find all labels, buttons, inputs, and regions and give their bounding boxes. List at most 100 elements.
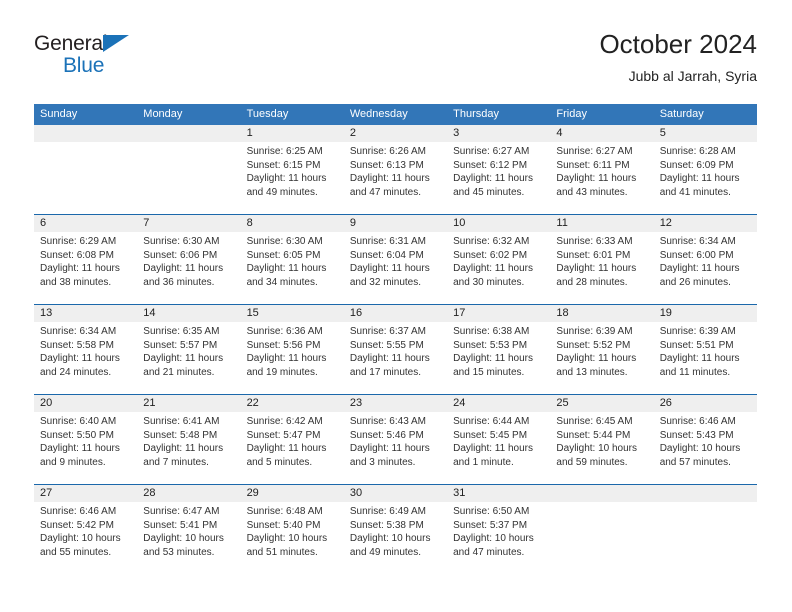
- calendar-day-cell[interactable]: 23 Sunrise: 6:43 AM Sunset: 5:46 PM Dayligh…: [344, 395, 447, 484]
- calendar-day-cell[interactable]: 22 Sunrise: 6:42 AM Sunset: 5:47 PM Dayligh…: [241, 395, 344, 484]
- calendar-day-cell[interactable]: 11 Sunrise: 6:33 AM Sunset: 6:01 PM Dayligh…: [550, 215, 653, 304]
- calendar-day-cell[interactable]: 27 Sunrise: 6:46 AM Sunset: 5:42 PM Dayligh…: [34, 485, 137, 574]
- calendar-day-cell[interactable]: 15 Sunrise: 6:36 AM Sunset: 5:56 PM Dayligh…: [241, 305, 344, 394]
- calendar-day-cell[interactable]: 31 Sunrise: 6:50 AM Sunset: 5:37 PM Dayligh…: [447, 485, 550, 574]
- sunrise-time: Sunrise: 6:39 AM: [659, 326, 736, 337]
- calendar-week-cells: 13 Sunrise: 6:34 AM Sunset: 5:58 PM Dayligh…: [34, 305, 757, 394]
- sunrise-time: Sunrise: 6:30 AM: [143, 236, 220, 247]
- calendar-day-cell[interactable]: 29 Sunrise: 6:48 AM Sunset: 5:40 PM Dayligh…: [241, 485, 344, 574]
- day-details: Sunrise: 6:34 AM Sunset: 5:58 PM Daylight:…: [40, 325, 132, 379]
- sunset-time: Sunset: 5:41 PM: [143, 519, 218, 531]
- daylight-duration-line2: and 11 minutes.: [659, 366, 731, 378]
- calendar-day-cell[interactable]: 10 Sunrise: 6:32 AM Sunset: 6:02 PM Dayligh…: [447, 215, 550, 304]
- calendar-day-cell[interactable]: 13 Sunrise: 6:34 AM Sunset: 5:58 PM Dayligh…: [34, 305, 137, 394]
- sunset-time: Sunset: 6:08 PM: [40, 249, 114, 261]
- daylight-duration-line1: Daylight: 11 hours: [453, 353, 533, 364]
- sunrise-time: Sunrise: 6:34 AM: [659, 236, 736, 247]
- day-details: Sunrise: 6:25 AM Sunset: 6:15 PM Daylight:…: [247, 145, 339, 199]
- calendar-day-cell[interactable]: 8 Sunrise: 6:30 AM Sunset: 6:05 PM Daylight…: [241, 215, 344, 304]
- calendar-day-cell[interactable]: 1 Sunrise: 6:25 AM Sunset: 6:15 PM Daylight…: [241, 125, 344, 214]
- calendar-week-row: 1 Sunrise: 6:25 AM Sunset: 6:15 PM Daylight…: [34, 125, 757, 214]
- calendar-day-cell[interactable]: 18 Sunrise: 6:39 AM Sunset: 5:52 PM Dayligh…: [550, 305, 653, 394]
- day-number: 30: [349, 487, 363, 499]
- day-details: Sunrise: 6:44 AM Sunset: 5:45 PM Daylight:…: [453, 415, 545, 469]
- day-details: Sunrise: 6:43 AM Sunset: 5:46 PM Daylight:…: [350, 415, 442, 469]
- sunrise-time: Sunrise: 6:30 AM: [246, 236, 323, 247]
- sunset-time: Sunset: 5:47 PM: [246, 429, 321, 441]
- calendar-week-row: 6 Sunrise: 6:29 AM Sunset: 6:08 PM Daylight…: [34, 214, 757, 304]
- daylight-duration-line2: and 5 minutes.: [246, 456, 313, 468]
- daylight-duration-line1: Daylight: 11 hours: [349, 353, 430, 364]
- day-number: 16: [349, 307, 363, 319]
- calendar-day-cell[interactable]: 6 Sunrise: 6:29 AM Sunset: 6:08 PM Daylight…: [34, 215, 137, 304]
- sunset-time: Sunset: 5:55 PM: [349, 339, 424, 351]
- calendar-day-cell[interactable]: 3 Sunrise: 6:27 AM Sunset: 6:12 PM Daylight…: [447, 125, 550, 214]
- sunset-time: Sunset: 6:00 PM: [659, 249, 734, 261]
- calendar-day-cell[interactable]: 14 Sunrise: 6:35 AM Sunset: 5:57 PM Dayligh…: [137, 305, 240, 394]
- sunrise-time: Sunrise: 6:40 AM: [40, 416, 117, 427]
- daylight-duration-line1: Daylight: 11 hours: [453, 443, 533, 454]
- day-number: 25: [556, 397, 569, 409]
- sunset-time: Sunset: 5:45 PM: [453, 429, 528, 441]
- daylight-duration-line1: Daylight: 11 hours: [143, 263, 224, 274]
- calendar-day-cell[interactable]: 5 Sunrise: 6:28 AM Sunset: 6:09 PM Daylight…: [654, 125, 757, 214]
- daylight-duration-line1: Daylight: 11 hours: [143, 353, 224, 364]
- sunrise-time: Sunrise: 6:47 AM: [143, 506, 220, 517]
- sunrise-time: Sunrise: 6:33 AM: [556, 236, 633, 247]
- sunset-time: Sunset: 5:37 PM: [453, 519, 528, 531]
- calendar-day-cell[interactable]: 30 Sunrise: 6:49 AM Sunset: 5:38 PM Dayligh…: [344, 485, 447, 574]
- sunrise-time: Sunrise: 6:39 AM: [556, 326, 633, 337]
- daylight-duration-line2: and 30 minutes.: [453, 276, 525, 288]
- sunset-time: Sunset: 5:57 PM: [143, 339, 218, 351]
- sunset-time: Sunset: 5:48 PM: [143, 429, 218, 441]
- daylight-duration-line2: and 43 minutes.: [556, 186, 628, 198]
- calendar-day-cell[interactable]: 12 Sunrise: 6:34 AM Sunset: 6:00 PM Dayligh…: [654, 215, 757, 304]
- day-number: 5: [659, 127, 666, 139]
- daylight-duration-line1: Daylight: 11 hours: [556, 173, 637, 184]
- day-details: Sunrise: 6:41 AM Sunset: 5:48 PM Daylight:…: [143, 415, 235, 469]
- day-details: Sunrise: 6:40 AM Sunset: 5:50 PM Daylight:…: [40, 415, 132, 469]
- calendar-day-cell[interactable]: 4 Sunrise: 6:27 AM Sunset: 6:11 PM Daylight…: [550, 125, 653, 214]
- day-details: Sunrise: 6:33 AM Sunset: 6:01 PM Daylight:…: [556, 235, 648, 289]
- calendar-day-cell-empty: [654, 485, 757, 574]
- day-details: Sunrise: 6:50 AM Sunset: 5:37 PM Daylight:…: [453, 505, 545, 559]
- calendar-day-cell[interactable]: 20 Sunrise: 6:40 AM Sunset: 5:50 PM Dayligh…: [34, 395, 137, 484]
- day-number: 2: [349, 127, 356, 139]
- daylight-duration-line2: and 32 minutes.: [349, 276, 422, 288]
- weekday-header-wednesday: Wednesday: [349, 108, 408, 120]
- calendar-day-cell[interactable]: 28 Sunrise: 6:47 AM Sunset: 5:41 PM Dayligh…: [137, 485, 240, 574]
- calendar-week-cells: 1 Sunrise: 6:25 AM Sunset: 6:15 PM Daylight…: [34, 125, 757, 214]
- day-details: Sunrise: 6:31 AM Sunset: 6:04 PM Daylight:…: [350, 235, 442, 289]
- sunset-time: Sunset: 5:42 PM: [40, 519, 114, 531]
- calendar-day-cell[interactable]: 26 Sunrise: 6:46 AM Sunset: 5:43 PM Dayligh…: [654, 395, 757, 484]
- sunrise-time: Sunrise: 6:42 AM: [246, 416, 323, 427]
- calendar-day-cell[interactable]: 7 Sunrise: 6:30 AM Sunset: 6:06 PM Daylight…: [137, 215, 240, 304]
- daylight-duration-line1: Daylight: 11 hours: [143, 443, 224, 454]
- calendar-day-cell[interactable]: 2 Sunrise: 6:26 AM Sunset: 6:13 PM Daylight…: [344, 125, 447, 214]
- daylight-duration-line2: and 41 minutes.: [659, 186, 731, 198]
- sunset-time: Sunset: 5:51 PM: [659, 339, 734, 351]
- sunset-time: Sunset: 5:38 PM: [349, 519, 424, 531]
- calendar-day-cell[interactable]: 19 Sunrise: 6:39 AM Sunset: 5:51 PM Dayligh…: [654, 305, 757, 394]
- day-number: 29: [246, 487, 259, 499]
- daylight-duration-line1: Daylight: 10 hours: [349, 533, 431, 544]
- calendar-day-cell[interactable]: 21 Sunrise: 6:41 AM Sunset: 5:48 PM Dayligh…: [137, 395, 240, 484]
- day-number: 21: [143, 397, 156, 409]
- daylight-duration-line2: and 26 minutes.: [659, 276, 731, 288]
- daylight-duration-line1: Daylight: 11 hours: [659, 173, 740, 184]
- daylight-duration-line2: and 34 minutes.: [246, 276, 318, 288]
- calendar-day-cell[interactable]: 25 Sunrise: 6:45 AM Sunset: 5:44 PM Dayligh…: [550, 395, 653, 484]
- weekday-header-saturday: Saturday: [659, 108, 704, 120]
- calendar-day-cell[interactable]: 24 Sunrise: 6:44 AM Sunset: 5:45 PM Dayligh…: [447, 395, 550, 484]
- daylight-duration-line1: Daylight: 11 hours: [40, 443, 120, 454]
- sunrise-sunset-calendar: Sunday Monday Tuesday Wednesday Thursday Frid…: [34, 104, 757, 574]
- logo-text-general: General: [34, 32, 108, 55]
- calendar-day-cell[interactable]: 16 Sunrise: 6:37 AM Sunset: 5:55 PM Dayligh…: [344, 305, 447, 394]
- sunset-time: Sunset: 5:43 PM: [659, 429, 734, 441]
- calendar-day-cell[interactable]: 17 Sunrise: 6:38 AM Sunset: 5:53 PM Dayligh…: [447, 305, 550, 394]
- daylight-duration-line2: and 21 minutes.: [143, 366, 215, 378]
- sunrise-time: Sunrise: 6:45 AM: [556, 416, 633, 427]
- day-details: Sunrise: 6:27 AM Sunset: 6:11 PM Daylight:…: [556, 145, 648, 199]
- calendar-day-cell[interactable]: 9 Sunrise: 6:31 AM Sunset: 6:04 PM Daylight…: [344, 215, 447, 304]
- day-details: Sunrise: 6:30 AM Sunset: 6:05 PM Daylight:…: [247, 235, 339, 289]
